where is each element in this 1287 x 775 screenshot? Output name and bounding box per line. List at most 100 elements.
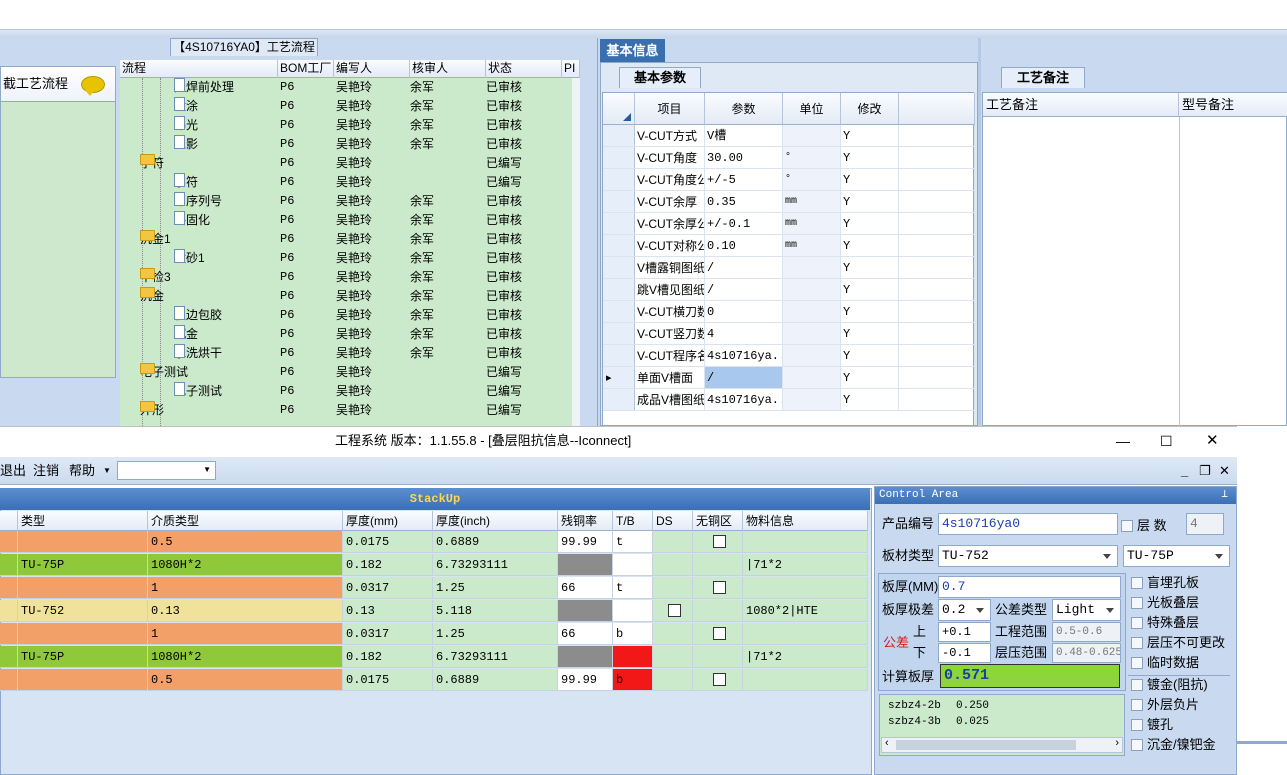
param-value[interactable]: / (705, 279, 783, 300)
layer-type[interactable] (18, 577, 148, 599)
no-copper-cell[interactable] (693, 577, 743, 599)
ds-cell[interactable] (653, 623, 693, 645)
menu-logout[interactable]: 注销 (33, 457, 59, 485)
param-value[interactable]: 4s10716ya... (705, 345, 783, 366)
top-bottom[interactable] (613, 600, 653, 622)
flow-tree-row[interactable]: 显影 P6 吴艳玲 余军 已审核 (120, 135, 572, 154)
ds-cell[interactable] (653, 646, 693, 668)
scroll-left-icon[interactable]: ‹ (885, 737, 889, 749)
flow-tree-scrollbar[interactable] (572, 78, 580, 426)
flow-tree-row[interactable]: 印序列号 P6 吴艳玲 余军 已审核 (120, 192, 572, 211)
row-header[interactable] (603, 323, 635, 344)
param-value[interactable]: 0.35 (705, 191, 783, 212)
no-copper-cell[interactable] (693, 646, 743, 668)
mdi-close-icon[interactable]: ✕ (1219, 457, 1230, 485)
pin-icon[interactable]: ⊥ (1221, 487, 1228, 504)
param-row[interactable]: V-CUT余厚公差+/-0.1mmY (603, 213, 975, 235)
param-value[interactable]: +/-5 (705, 169, 783, 190)
thickness-inch[interactable]: 1.25 (433, 623, 558, 645)
ds-cell[interactable] (653, 600, 693, 622)
stackup-row[interactable]: 0.5 0.0175 0.6889 99.99 b (0, 669, 868, 692)
flow-tree-row[interactable]: −电子测试 P6 吴艳玲 已编写 (120, 363, 572, 382)
param-row[interactable]: V槽露铜图纸 / Y (603, 257, 975, 279)
stackup-row[interactable]: TU-752 0.13 0.13 5.118 1080*2|HTE (0, 600, 868, 623)
scroll-thumb[interactable] (896, 740, 1076, 750)
param-row[interactable]: V-CUT余厚 0.35 mm Y (603, 191, 975, 213)
flow-tree-row[interactable]: 喷砂1 P6 吴艳玲 余军 已审核 (120, 249, 572, 268)
flow-tree-row[interactable]: 终固化 P6 吴艳玲 余军 已审核 (120, 211, 572, 230)
upper-input[interactable]: +0.1 (938, 622, 991, 642)
ds-cell[interactable] (653, 554, 693, 576)
material-info[interactable] (743, 623, 868, 645)
sub-list-row[interactable]: szbz4-3b 0.025 (884, 714, 1120, 730)
residual-copper[interactable] (558, 554, 613, 576)
dielectric-type[interactable]: 0.13 (148, 600, 343, 622)
lower-input[interactable]: -0.1 (938, 643, 991, 663)
param-value[interactable]: / (705, 257, 783, 278)
layer-type[interactable] (18, 531, 148, 553)
option-checkbox[interactable]: 层压不可更改 (1131, 634, 1225, 652)
thickness-inch[interactable]: 6.73293111 (433, 646, 558, 668)
no-copper-checkbox[interactable] (712, 673, 726, 686)
thickness-inch[interactable]: 5.118 (433, 600, 558, 622)
layers-checkbox[interactable]: 层 数 (1121, 517, 1167, 535)
comment-bubble-icon[interactable] (81, 76, 105, 96)
layers-input[interactable]: 4 (1186, 513, 1224, 535)
stackup-row[interactable]: 1 0.0317 1.25 66 b (0, 623, 868, 646)
close-icon[interactable]: ✕ (1206, 427, 1219, 455)
menu-exit[interactable]: 退出 (0, 457, 26, 485)
residual-copper[interactable] (558, 600, 613, 622)
row-header[interactable] (603, 235, 635, 256)
no-copper-cell[interactable] (693, 531, 743, 553)
param-row[interactable]: V-CUT对称公差0.10mmY (603, 235, 975, 257)
ds-cell[interactable] (653, 531, 693, 553)
thickness-input[interactable]: 0.7 (938, 576, 1121, 598)
residual-copper[interactable] (558, 646, 613, 668)
thickness-mm[interactable]: 0.0317 (343, 577, 433, 599)
flow-tree-row[interactable]: 字符 P6 吴艳玲 已编写 (120, 173, 572, 192)
ds-cell[interactable] (653, 577, 693, 599)
param-row[interactable]: V-CUT角度公差+/-5°Y (603, 169, 975, 191)
product-input[interactable]: 4s10716ya0 (938, 513, 1118, 535)
residual-copper[interactable]: 66 (558, 623, 613, 645)
material-info[interactable] (743, 577, 868, 599)
board-type2-select[interactable]: TU-75P (1123, 545, 1230, 567)
residual-copper[interactable]: 99.99 (558, 531, 613, 553)
option-checkbox[interactable]: 光板叠层 (1131, 594, 1199, 612)
param-value[interactable]: 4s10716ya... (705, 389, 783, 410)
row-header[interactable] (603, 191, 635, 212)
dielectric-type[interactable]: 1 (148, 623, 343, 645)
dielectric-type[interactable]: 0.5 (148, 669, 343, 691)
row-header[interactable] (603, 389, 635, 410)
flow-tree-row[interactable]: 电子测试 P6 吴艳玲 已编写 (120, 382, 572, 401)
no-copper-cell[interactable] (693, 669, 743, 691)
layer-type[interactable]: TU-752 (18, 600, 148, 622)
stackup-row[interactable]: 0.5 0.0175 0.6889 99.99 t (0, 531, 868, 554)
flow-tree-row[interactable]: −字符 P6 吴艳玲 已编写 (120, 154, 572, 173)
param-row[interactable]: V-CUT角度 30.00 ° Y (603, 147, 975, 169)
sub-list-scrollbar[interactable]: ‹ › (881, 737, 1123, 753)
param-value[interactable]: V槽 (705, 125, 783, 146)
tab-process-notes[interactable]: 工艺备注 (1001, 67, 1085, 88)
tab-basic-params[interactable]: 基本参数 (619, 67, 701, 88)
stackup-row[interactable]: 1 0.0317 1.25 66 t (0, 577, 868, 600)
option-checkbox[interactable]: 沉金/镍钯金 (1131, 736, 1216, 754)
row-header[interactable] (603, 125, 635, 146)
param-row[interactable]: V-CUT程序名4s10716ya... Y (603, 345, 975, 367)
board-type-select[interactable]: TU-752 (938, 545, 1118, 567)
top-splitter[interactable] (0, 30, 1287, 38)
stackup-row[interactable]: TU-75P 1080H*2 0.182 6.73293111 |71*2 (0, 554, 868, 577)
ds-checkbox[interactable] (667, 604, 681, 617)
flow-tree-row[interactable]: 曝光 P6 吴艳玲 余军 已审核 (120, 116, 572, 135)
menu-help[interactable]: 帮助 (69, 457, 95, 485)
param-row[interactable]: V-CUT竖刀数 4 Y (603, 323, 975, 345)
param-row[interactable]: 成品V槽图纸4s10716ya... Y (603, 389, 975, 411)
mdi-minimize-icon[interactable]: _ (1181, 457, 1188, 485)
row-header[interactable] (603, 213, 635, 234)
minimize-icon[interactable]: — (1116, 427, 1130, 455)
no-copper-checkbox[interactable] (712, 627, 726, 640)
top-bottom[interactable] (613, 554, 653, 576)
param-value[interactable]: +/-0.1 (705, 213, 783, 234)
thickness-inch[interactable]: 6.73293111 (433, 554, 558, 576)
material-info[interactable]: 1080*2|HTE (743, 600, 868, 622)
